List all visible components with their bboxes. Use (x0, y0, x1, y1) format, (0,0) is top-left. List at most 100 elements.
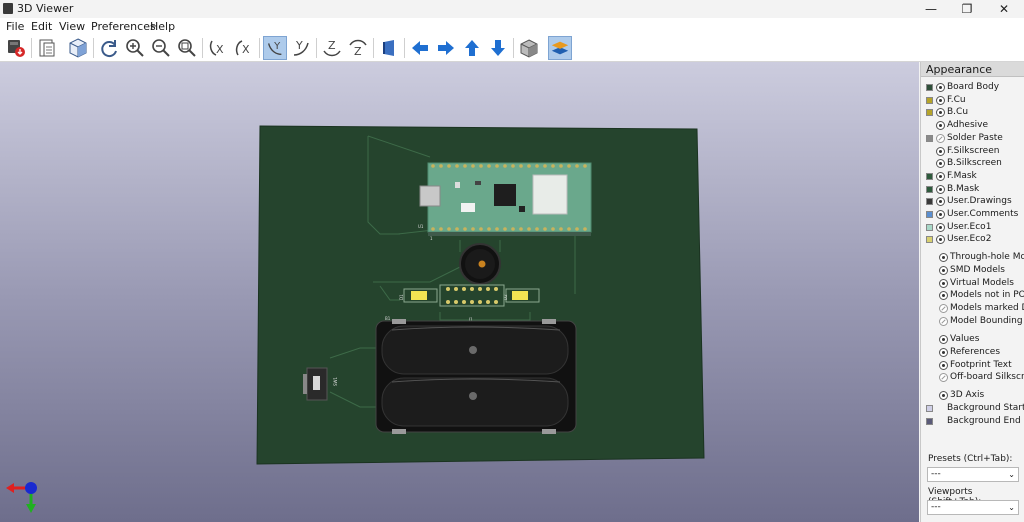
layer-label: B.Cu (947, 107, 969, 118)
rotate-z-ccw-button[interactable]: Z (346, 36, 370, 60)
visibility-on-icon[interactable] (936, 108, 945, 118)
color-swatch[interactable] (926, 236, 933, 244)
layer-row-user-drawings[interactable]: User.Drawings (921, 196, 1024, 209)
color-swatch[interactable] (926, 185, 933, 193)
3d-viewport[interactable]: U1 1 D1 D2 J1 B1 SW1 (0, 62, 919, 522)
visibility-on-icon[interactable] (936, 197, 945, 207)
color-swatch[interactable] (926, 223, 933, 231)
layer-row-references[interactable]: References (921, 347, 1024, 360)
render-raytracing-button[interactable] (4, 36, 28, 60)
layer-row-3d-axis[interactable]: 3D Axis (921, 390, 1024, 403)
rotate-y-cw-button[interactable]: Y (263, 36, 287, 60)
flip-board-button[interactable] (377, 36, 401, 60)
color-swatch[interactable] (926, 417, 933, 425)
color-swatch[interactable] (926, 96, 933, 104)
color-swatch[interactable] (926, 172, 933, 180)
layer-row-footprint-text[interactable]: Footprint Text (921, 360, 1024, 373)
visibility-on-icon[interactable] (936, 146, 945, 156)
visibility-on-icon[interactable] (936, 235, 945, 245)
rotate-x-cw-button[interactable]: X (206, 36, 230, 60)
svg-text:Y: Y (273, 41, 281, 52)
visibility-on-icon[interactable] (936, 171, 945, 181)
visibility-on-icon[interactable] (936, 210, 945, 219)
layer-row-models-not-in-pos-file[interactable]: Models not in POS File (921, 290, 1024, 303)
orthographic-icon (520, 39, 538, 58)
layer-row-values[interactable]: Values (921, 334, 1024, 347)
visibility-on-icon[interactable] (939, 391, 948, 400)
color-swatch[interactable] (926, 84, 933, 91)
layer-row-f-silkscreen[interactable]: F.Silkscreen (921, 146, 1024, 159)
move-up-button[interactable] (460, 36, 484, 60)
rotate-y-ccw-button[interactable]: Y (289, 36, 313, 60)
minimize-button[interactable]: — (913, 0, 949, 18)
visibility-on-icon[interactable] (939, 360, 948, 370)
visibility-on-icon[interactable] (939, 347, 948, 357)
color-swatch[interactable] (926, 211, 933, 218)
rotate-x-ccw-button[interactable]: X (232, 36, 256, 60)
pico-module: U1 1 (418, 162, 592, 241)
layer-row-model-bounding-boxes[interactable]: Model Bounding Boxes (921, 316, 1024, 329)
menu-edit[interactable]: Edit (31, 20, 52, 33)
title-bar: 3D Viewer — ❐ ✕ (0, 0, 1024, 18)
layer-row-models-marked-dnp[interactable]: Models marked DNP (921, 303, 1024, 316)
layer-row-off-board-silkscreen[interactable]: Off-board Silkscreen (921, 372, 1024, 385)
visibility-on-icon[interactable] (939, 278, 948, 288)
maximize-button[interactable]: ❐ (949, 0, 985, 18)
move-right-button[interactable] (434, 36, 458, 60)
layer-row-b-cu[interactable]: B.Cu (921, 107, 1024, 120)
color-swatch[interactable] (926, 134, 933, 142)
visibility-off-icon[interactable] (939, 373, 948, 383)
layer-row-background-start[interactable]: Background Start (921, 403, 1024, 416)
board-3d-button[interactable] (66, 36, 90, 60)
layer-row-user-eco1[interactable]: User.Eco1 (921, 222, 1024, 235)
visibility-on-icon[interactable] (936, 95, 945, 105)
move-down-button[interactable] (486, 36, 510, 60)
visibility-off-icon[interactable] (939, 317, 948, 326)
visibility-off-icon[interactable] (936, 133, 945, 143)
layer-row-board-body[interactable]: Board Body (921, 82, 1024, 95)
layer-row-through-hole-models[interactable]: Through-hole Models (921, 252, 1024, 265)
layer-row-b-mask[interactable]: B.Mask (921, 184, 1024, 197)
reload-button[interactable] (97, 36, 121, 60)
move-left-button[interactable] (408, 36, 432, 60)
layers-manager-button[interactable] (548, 36, 572, 60)
visibility-on-icon[interactable] (936, 159, 945, 169)
presets-select[interactable]: --- ⌄ (927, 467, 1019, 482)
color-swatch[interactable] (926, 109, 933, 117)
layer-row-solder-paste[interactable]: Solder Paste (921, 133, 1024, 146)
layer-row-background-end[interactable]: Background End (921, 416, 1024, 429)
color-swatch[interactable] (926, 404, 933, 412)
visibility-on-icon[interactable] (936, 222, 945, 232)
layer-row-f-cu[interactable]: F.Cu (921, 95, 1024, 108)
zoom-out-button[interactable] (149, 36, 173, 60)
visibility-on-icon[interactable] (939, 265, 948, 275)
visibility-on-icon[interactable] (936, 121, 945, 131)
visibility-on-icon[interactable] (936, 83, 945, 92)
close-button[interactable]: ✕ (986, 0, 1022, 18)
menu-help[interactable]: Help (150, 20, 175, 33)
layer-row-adhesive[interactable]: Adhesive (921, 120, 1024, 133)
layer-row-user-comments[interactable]: User.Comments (921, 209, 1024, 222)
menu-view[interactable]: View (59, 20, 85, 33)
copy-clipboard-button[interactable] (35, 36, 59, 60)
layer-row-f-mask[interactable]: F.Mask (921, 171, 1024, 184)
menu-bar: File Edit View Preferences Help (0, 18, 1024, 34)
menu-preferences[interactable]: Preferences (91, 20, 156, 33)
viewports-select[interactable]: --- ⌄ (927, 500, 1019, 515)
rotate-z-cw-button[interactable]: Z (320, 36, 344, 60)
layer-row-user-eco2[interactable]: User.Eco2 (921, 234, 1024, 247)
layer-row-virtual-models[interactable]: Virtual Models (921, 278, 1024, 291)
visibility-on-icon[interactable] (936, 184, 945, 194)
visibility-on-icon[interactable] (939, 335, 948, 344)
orthographic-button[interactable] (517, 36, 541, 60)
color-swatch[interactable] (926, 198, 933, 206)
menu-file[interactable]: File (6, 20, 24, 33)
layer-row-smd-models[interactable]: SMD Models (921, 265, 1024, 278)
zoom-fit-button[interactable] (175, 36, 199, 60)
visibility-on-icon[interactable] (939, 291, 948, 301)
visibility-off-icon[interactable] (939, 304, 948, 314)
layer-row-b-silkscreen[interactable]: B.Silkscreen (921, 158, 1024, 171)
layer-label: Footprint Text (950, 359, 1012, 370)
visibility-on-icon[interactable] (939, 253, 948, 262)
zoom-in-button[interactable] (123, 36, 147, 60)
